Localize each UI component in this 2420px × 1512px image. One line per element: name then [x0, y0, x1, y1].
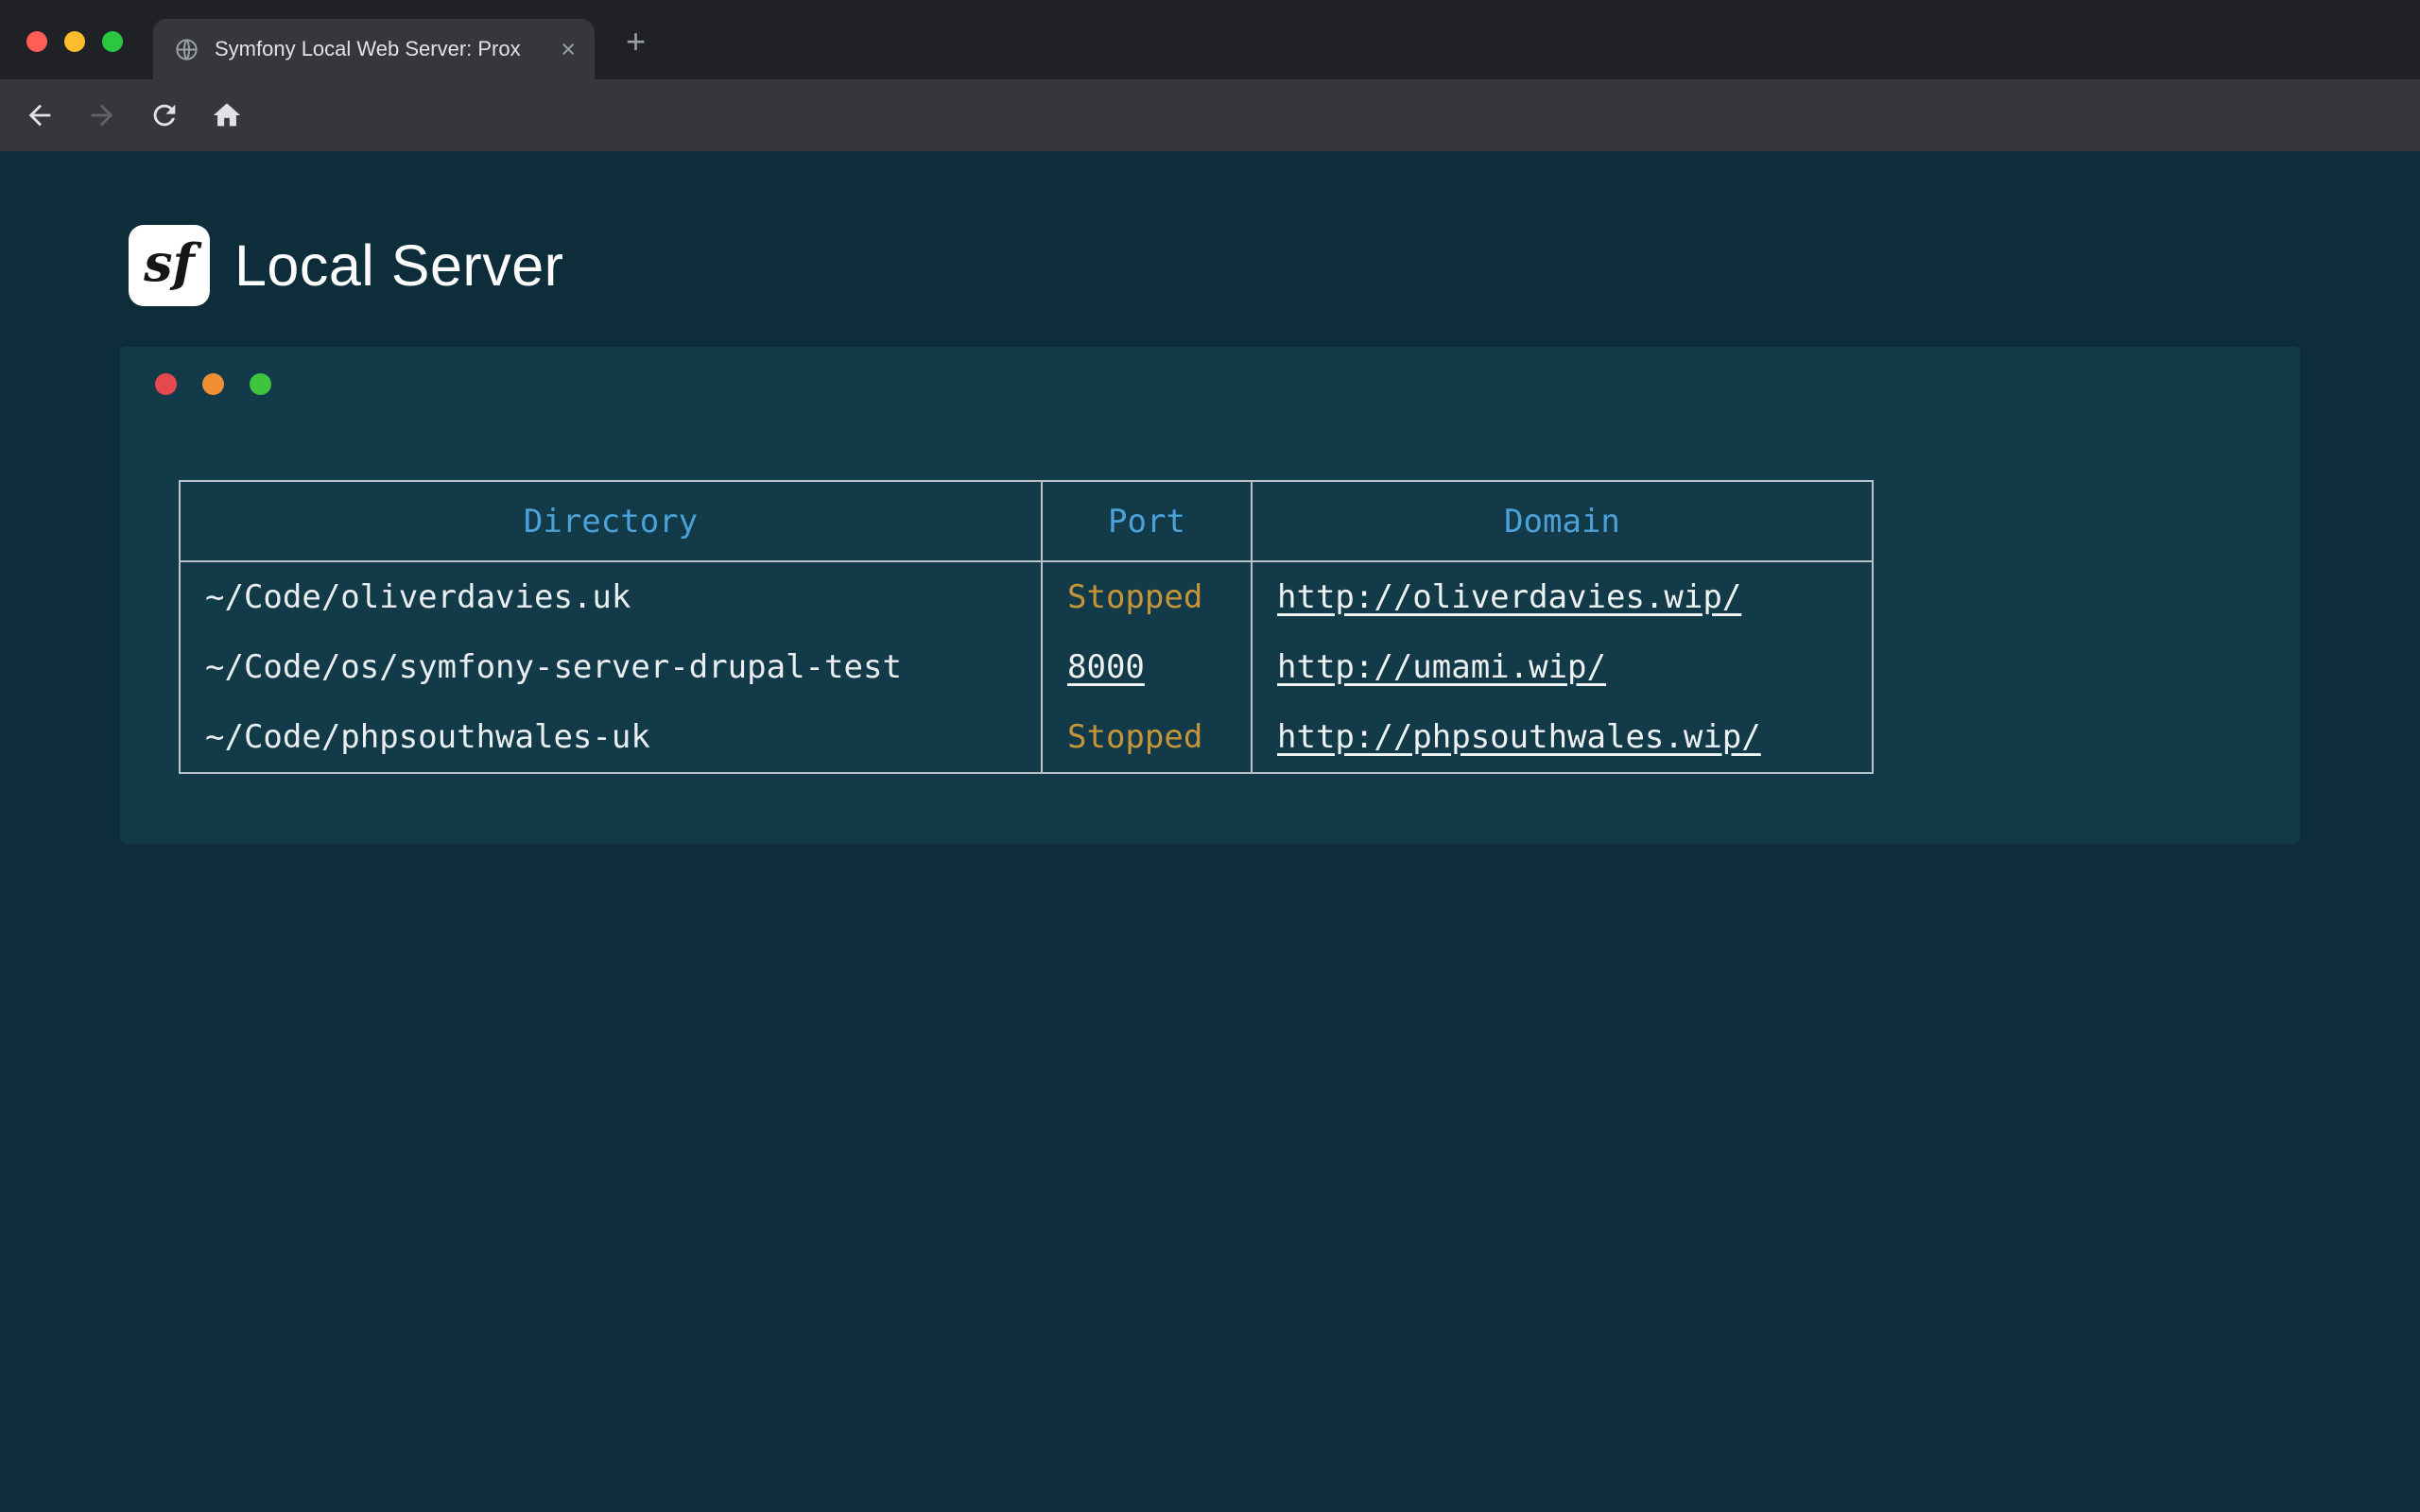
browser-window: Symfony Local Web Server: Prox × + loc	[0, 0, 2420, 1512]
panel-dot-green	[250, 373, 271, 395]
home-button[interactable]	[210, 98, 244, 132]
forward-button[interactable]	[85, 98, 119, 132]
symfony-logo: sf	[129, 225, 210, 306]
tab-strip: Symfony Local Web Server: Prox × +	[0, 0, 2420, 79]
page-content: sf Local Server Directory Port Domain ~/…	[0, 151, 2420, 1512]
panel-window-dots	[155, 373, 271, 395]
port-cell: 8000	[1043, 632, 1253, 702]
browser-toolbar: localhost:7080 ••• ⚙ ⚙ U ☁ A V R ⋮	[0, 79, 2420, 151]
port-cell: Stopped	[1043, 702, 1253, 772]
window-controls	[26, 31, 123, 52]
server-panel: Directory Port Domain ~/Code/oliverdavie…	[120, 347, 2300, 844]
window-minimize-button[interactable]	[64, 31, 85, 52]
domain-link[interactable]: http://oliverdavies.wip/	[1277, 578, 1741, 616]
tab-close-icon[interactable]: ×	[561, 37, 576, 62]
panel-dot-orange	[202, 373, 224, 395]
port-cell: Stopped	[1043, 562, 1253, 632]
domain-link[interactable]: http://phpsouthwales.wip/	[1277, 718, 1761, 756]
directory-cell: ~/Code/os/symfony-server-drupal-test	[181, 632, 1043, 702]
panel-dot-red	[155, 373, 177, 395]
back-button[interactable]	[23, 98, 57, 132]
port-link[interactable]: 8000	[1067, 648, 1145, 686]
new-tab-button[interactable]: +	[626, 25, 646, 59]
reload-button[interactable]	[147, 98, 182, 132]
page-title: Local Server	[234, 232, 563, 299]
brand: sf Local Server	[129, 225, 563, 306]
directory-cell: ~/Code/oliverdavies.uk	[181, 562, 1043, 632]
globe-icon	[174, 37, 199, 62]
domain-cell: http://umami.wip/	[1253, 632, 1872, 702]
browser-tab[interactable]: Symfony Local Web Server: Prox ×	[153, 19, 595, 79]
directory-cell: ~/Code/phpsouthwales-uk	[181, 702, 1043, 772]
domain-cell: http://phpsouthwales.wip/	[1253, 702, 1872, 772]
window-zoom-button[interactable]	[102, 31, 123, 52]
column-header-directory: Directory	[181, 482, 1043, 562]
column-header-port: Port	[1043, 482, 1253, 562]
servers-table: Directory Port Domain ~/Code/oliverdavie…	[179, 480, 1874, 774]
window-close-button[interactable]	[26, 31, 47, 52]
nav-buttons	[23, 79, 244, 151]
domain-link[interactable]: http://umami.wip/	[1277, 648, 1606, 686]
symfony-logo-text: sf	[144, 232, 195, 293]
column-header-domain: Domain	[1253, 482, 1872, 562]
domain-cell: http://oliverdavies.wip/	[1253, 562, 1872, 632]
tab-title: Symfony Local Web Server: Prox	[215, 37, 551, 61]
